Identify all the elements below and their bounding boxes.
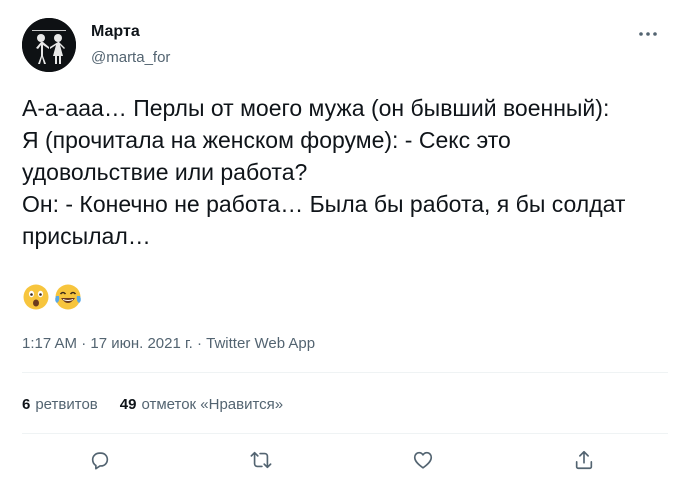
tweet-stats: 6 ретвитов 49 отметок «Нравится» <box>22 396 283 413</box>
retweets-count: 6 <box>22 396 31 413</box>
reply-icon[interactable] <box>88 448 112 472</box>
more-horizontal-icon[interactable] <box>636 22 660 46</box>
tweet-text: А-а-ааа… Перлы от моего мужа (он бывший … <box>22 95 626 249</box>
retweets-label: ретвитов <box>35 396 98 413</box>
divider <box>22 372 668 373</box>
tears-of-joy-face-icon <box>55 284 81 310</box>
astonished-face-icon <box>23 284 49 310</box>
likes-label: отметок «Нравится» <box>141 396 284 413</box>
author-name[interactable]: Марта <box>91 23 140 41</box>
emoji-row <box>22 283 82 311</box>
action-bar <box>0 448 680 478</box>
divider <box>22 433 668 434</box>
avatar-image <box>22 18 76 72</box>
heart-icon[interactable] <box>411 448 435 472</box>
likes-stat[interactable]: 49 отметок «Нравится» <box>120 396 283 413</box>
avatar[interactable] <box>22 18 76 72</box>
likes-count: 49 <box>119 396 137 413</box>
tweet-timestamp[interactable]: 1:17 AM · 17 июн. 2021 г. · Twitter Web … <box>22 335 315 352</box>
retweets-stat[interactable]: 6 ретвитов <box>22 396 98 413</box>
share-icon[interactable] <box>572 448 596 472</box>
author-handle[interactable]: @marta_for <box>91 49 170 66</box>
tweet-card: Марта @marta_for А-а-ааа… Перлы от моего… <box>0 0 680 504</box>
retweet-icon[interactable] <box>249 448 273 472</box>
